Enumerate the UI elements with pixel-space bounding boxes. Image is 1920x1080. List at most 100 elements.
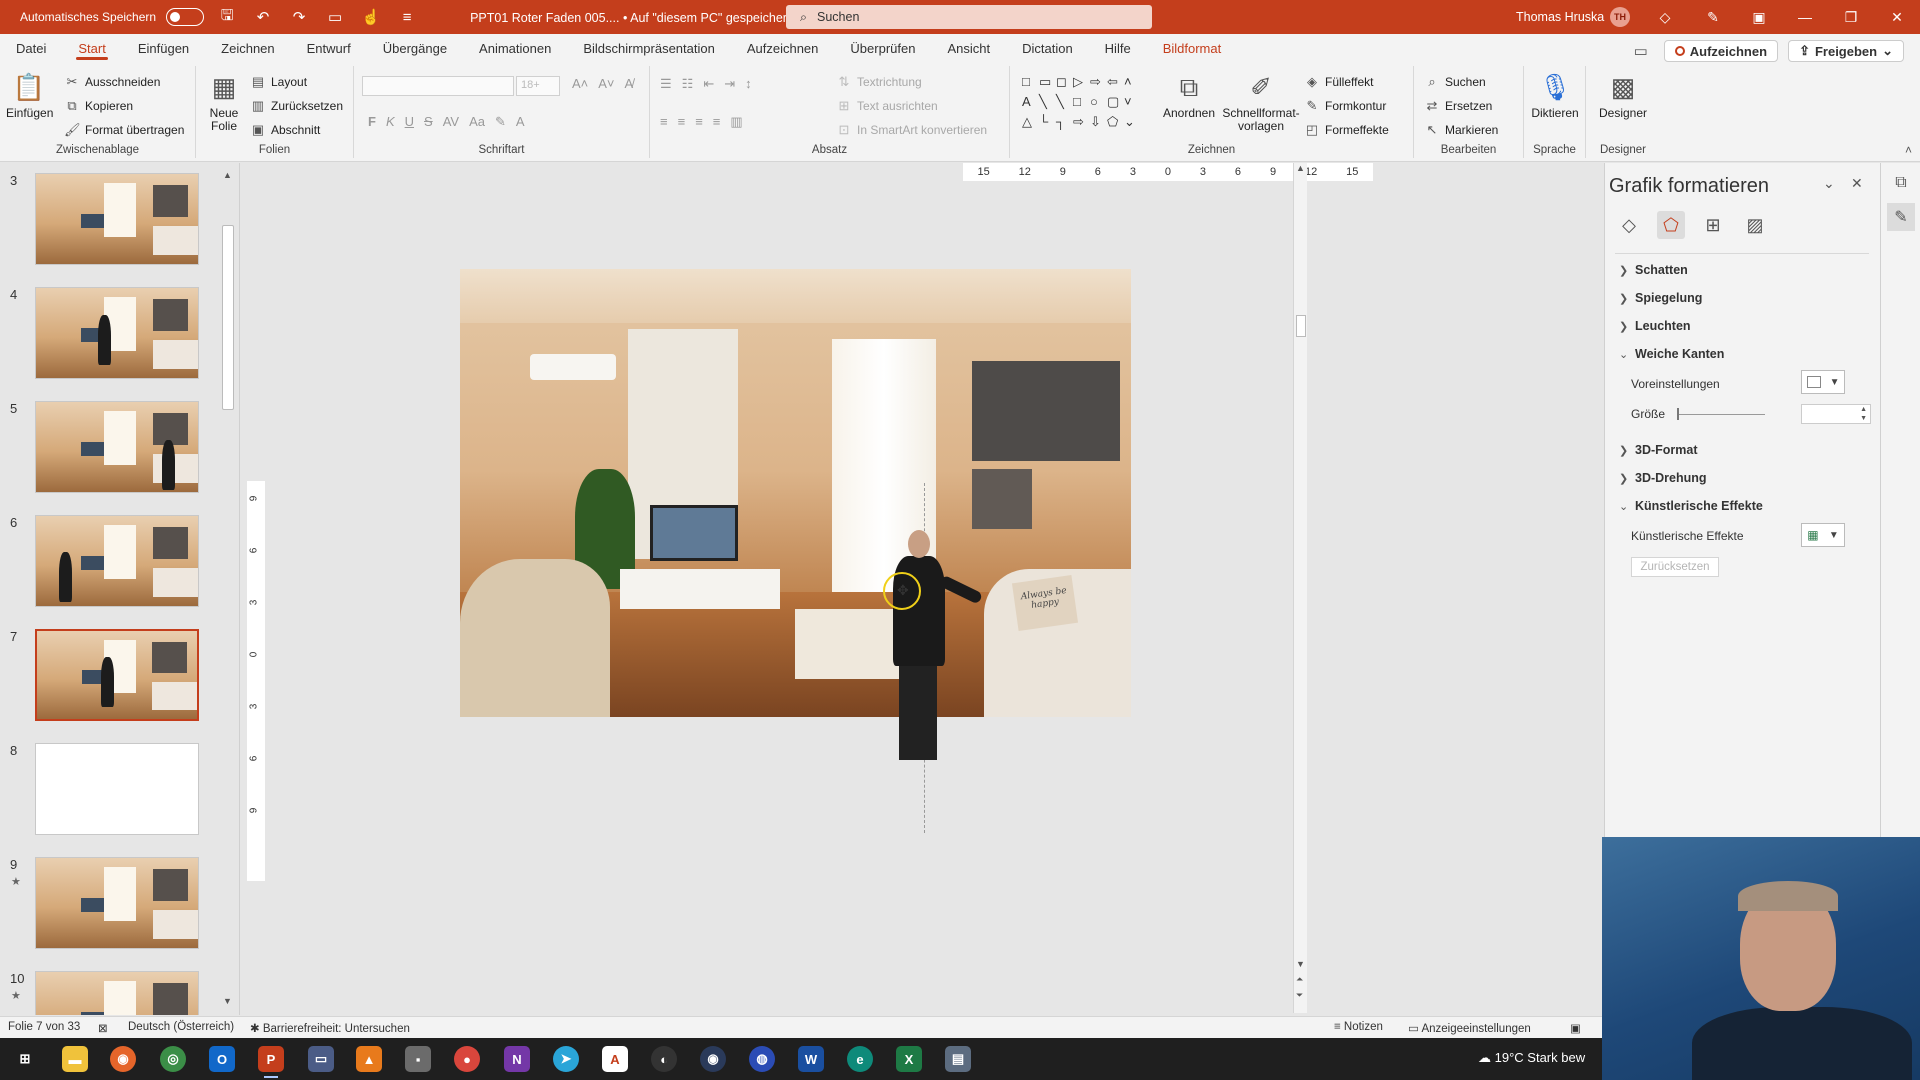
tab-ueberpruefen[interactable]: Überprüfen <box>834 34 931 62</box>
char-spacing-icon[interactable]: AV <box>443 114 459 130</box>
scroll-up-icon[interactable]: ▲ <box>223 170 232 180</box>
avatar[interactable]: TH <box>1610 7 1630 27</box>
close-icon[interactable]: ✕ <box>1874 0 1920 34</box>
designer-button[interactable]: ▩ Designer <box>1594 70 1652 120</box>
file-explorer-icon[interactable]: ▬ <box>62 1046 88 1072</box>
scroll-down-icon[interactable]: ▼ <box>223 996 232 1006</box>
pane-options-icon[interactable]: ⌄ <box>1823 175 1835 192</box>
normal-view-icon[interactable]: ▣ <box>1570 1021 1581 1035</box>
tab-dictation[interactable]: Dictation <box>1006 34 1089 62</box>
callout-shape-icon[interactable]: ◻ <box>1056 74 1073 94</box>
autosave-toggle[interactable] <box>166 8 205 26</box>
shape-fill-button[interactable]: ◈ Fülleffekt <box>1304 74 1373 90</box>
accessibility-status[interactable]: ✱ Barrierefreiheit: Untersuchen <box>250 1021 410 1035</box>
paste-button[interactable]: 📋 Einfügen <box>6 70 53 120</box>
outdent-icon[interactable]: ⇥ <box>724 76 735 92</box>
highlight-icon[interactable]: ✎ <box>495 114 506 130</box>
oval-shape-icon[interactable]: ○ <box>1090 94 1107 114</box>
thumbnail-scrollbar[interactable]: ▲ ▼ <box>222 170 234 1010</box>
edge-icon[interactable]: e <box>847 1046 873 1072</box>
slide-thumbnail[interactable] <box>35 629 199 721</box>
soft-edges-size-slider[interactable] <box>1677 408 1765 420</box>
section-3d-rotation[interactable]: ❯ 3D-Drehung <box>1619 471 1707 485</box>
effects-tab-icon[interactable]: ⬠ <box>1657 211 1685 239</box>
columns-icon[interactable]: ▥ <box>730 114 742 130</box>
arrow-left-shape-icon[interactable]: ⇦ <box>1107 74 1124 94</box>
tab-animationen[interactable]: Animationen <box>463 34 567 62</box>
record-button[interactable]: Aufzeichnen <box>1663 40 1779 62</box>
artistic-effects-dropdown[interactable]: ▦ ▼ <box>1801 523 1845 547</box>
powerpoint-icon[interactable]: P <box>258 1046 284 1078</box>
clear-format-icon[interactable]: A̸ <box>625 76 634 91</box>
slide-thumbnail[interactable] <box>35 287 199 379</box>
settings-icon[interactable]: ▤ <box>945 1046 971 1072</box>
new-slide-button[interactable]: ▦ Neue Folie <box>204 70 244 133</box>
slide-thumbnail[interactable] <box>35 743 199 835</box>
slide-thumbnail[interactable] <box>35 857 199 949</box>
format-pane-toggle-icon[interactable]: ✎ <box>1887 203 1915 231</box>
align-right-icon[interactable]: ≡ <box>695 114 703 130</box>
section-shadow[interactable]: ❯ Schatten <box>1619 263 1688 277</box>
size-properties-tab-icon[interactable]: ⊞ <box>1699 211 1727 239</box>
rectangle-shape-icon[interactable]: □ <box>1022 74 1039 94</box>
tab-bildformat[interactable]: Bildformat <box>1147 34 1238 62</box>
bullets-icon[interactable]: ☰ <box>660 76 672 92</box>
shape-effects-button[interactable]: ◰ Formeffekte <box>1304 122 1389 138</box>
pen-icon[interactable]: ✎ <box>1690 0 1736 34</box>
tab-start[interactable]: Start <box>62 34 121 62</box>
camtasia-icon[interactable]: ◍ <box>749 1046 775 1072</box>
search-input[interactable]: ⌕ Suchen <box>786 5 1152 29</box>
tab-aufzeichnen[interactable]: Aufzeichnen <box>731 34 835 62</box>
excel-icon[interactable]: X <box>896 1046 922 1072</box>
align-left-icon[interactable]: ≡ <box>660 114 668 130</box>
redo-icon[interactable]: ↷ <box>286 4 312 30</box>
bold-button[interactable]: F <box>368 114 376 130</box>
snagit-icon[interactable]: ● <box>454 1046 480 1072</box>
section-artistic-effects[interactable]: ⌄ Künstlerische Effekte <box>1619 499 1763 513</box>
replace-button[interactable]: ⇄ Ersetzen <box>1424 98 1493 114</box>
windows-start-icon[interactable]: ⊞ <box>12 1046 38 1072</box>
line2-shape-icon[interactable]: ╲ <box>1056 94 1073 114</box>
reset-button[interactable]: ▥ Zurücksetzen <box>250 98 343 114</box>
minimize-icon[interactable]: — <box>1782 0 1828 34</box>
layout-button[interactable]: ▤ Layout <box>250 74 307 90</box>
slide-thumbnail[interactable] <box>35 515 199 607</box>
shrink-font-icon[interactable]: A˅ <box>598 76 614 91</box>
indent-icon[interactable]: ⇤ <box>703 76 714 92</box>
gallery-more-icon[interactable]: ⌄ <box>1124 114 1141 134</box>
align-center-icon[interactable]: ≡ <box>678 114 686 130</box>
remote-desktop-icon[interactable]: ▭ <box>308 1046 334 1072</box>
document-title[interactable]: PPT01 Roter Faden 005.... • Auf "diesem … <box>470 10 804 25</box>
scroll-up-icon[interactable]: ▲ <box>1296 163 1305 173</box>
undo-icon[interactable]: ↶ <box>250 4 276 30</box>
spinner-icon[interactable]: ▲ ▼ <box>1860 405 1867 423</box>
rounded-shape-icon[interactable]: ▢ <box>1107 94 1124 114</box>
section-glow[interactable]: ❯ Leuchten <box>1619 319 1691 333</box>
word-icon[interactable]: W <box>798 1046 824 1072</box>
chevron-shape-icon[interactable]: ▷ <box>1073 74 1090 94</box>
gallery-up-icon[interactable]: ˄ <box>1124 74 1141 94</box>
text-shape-icon[interactable]: A <box>1022 94 1039 114</box>
gallery-down-icon[interactable]: ˅ <box>1124 94 1141 114</box>
select-button[interactable]: ↖ Markieren <box>1424 122 1499 138</box>
italic-button[interactable]: K <box>386 114 395 130</box>
share-button[interactable]: ⇪ Freigeben ⌄ <box>1788 40 1904 62</box>
pentagon-shape-icon[interactable]: ⬠ <box>1107 114 1124 134</box>
section-reflection[interactable]: ❯ Spiegelung <box>1619 291 1702 305</box>
firefox-icon[interactable]: ◉ <box>110 1046 136 1072</box>
scrollbar-handle[interactable] <box>1296 315 1306 337</box>
slide-thumbnail[interactable] <box>35 173 199 265</box>
shape-outline-button[interactable]: ✎ Formkontur <box>1304 98 1387 114</box>
side-panel-icon[interactable]: ⧉ <box>1887 169 1915 197</box>
numbering-icon[interactable]: ☷ <box>682 76 694 92</box>
obs-icon[interactable]: ◐ <box>651 1046 677 1072</box>
notes-button[interactable]: ≡ Notizen <box>1334 1021 1383 1033</box>
language-status[interactable]: Deutsch (Österreich) <box>128 1021 234 1033</box>
elbow-shape-icon[interactable]: └ <box>1039 114 1056 134</box>
weather-widget[interactable]: ☁ 19°C Stark bew <box>1478 1050 1585 1066</box>
arrow-shape-icon[interactable]: ⇨ <box>1090 74 1107 94</box>
slide-thumbnail[interactable] <box>35 401 199 493</box>
restore-icon[interactable]: ❐ <box>1828 0 1874 34</box>
chrome-icon[interactable]: ◎ <box>160 1046 186 1072</box>
tab-bildschirmpraesentation[interactable]: Bildschirmpräsentation <box>567 34 731 62</box>
